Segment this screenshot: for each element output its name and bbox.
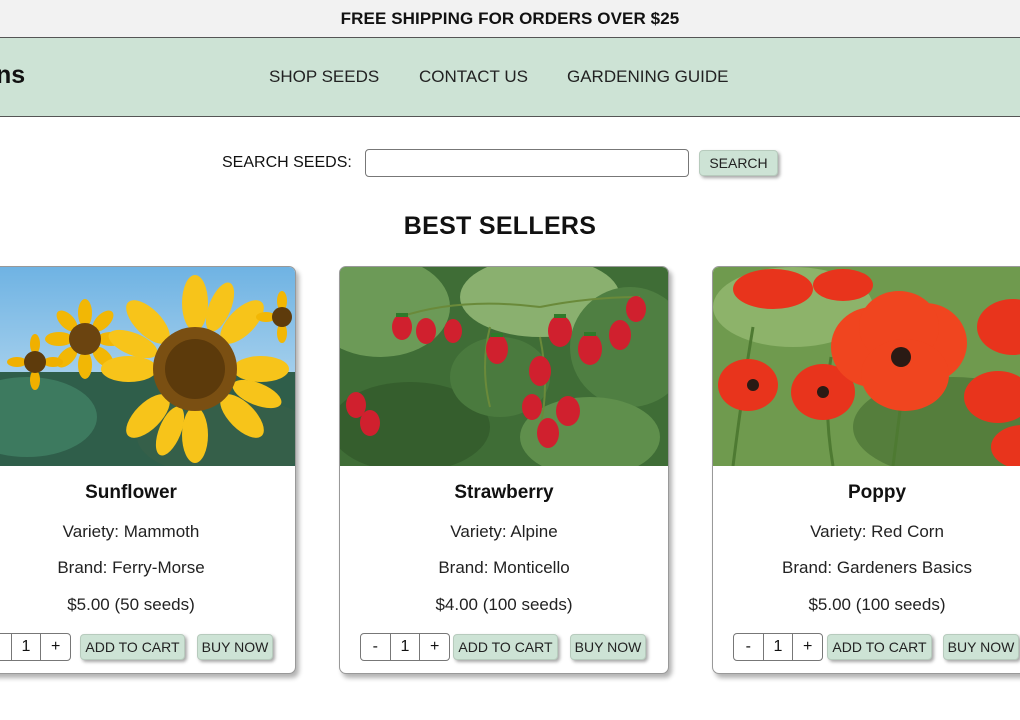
search-input[interactable]	[365, 149, 689, 177]
decrement-button[interactable]: -	[361, 634, 390, 660]
section-title: BEST SELLERS	[403, 212, 597, 240]
product-variety: Variety: Alpine	[450, 522, 558, 541]
product-price: $5.00 (100 seeds)	[808, 595, 946, 614]
quantity-value[interactable]: 1	[389, 634, 421, 660]
product-price: $4.00 (100 seeds)	[435, 595, 573, 614]
site-logo[interactable]: ns	[0, 61, 25, 90]
add-to-cart-button[interactable]: ADD TO CART	[827, 634, 932, 660]
strawberry-photo	[340, 267, 668, 466]
increment-button[interactable]: +	[793, 634, 822, 660]
decrement-button[interactable]: -	[734, 634, 763, 660]
product-name: Poppy	[847, 482, 907, 503]
quantity-value[interactable]: 1	[762, 634, 794, 660]
promo-banner: FREE SHIPPING FOR ORDERS OVER $25	[0, 0, 1020, 38]
product-name: Strawberry	[454, 482, 554, 503]
buy-now-button[interactable]: BUY NOW	[197, 634, 273, 660]
quantity-stepper: - 1 +	[0, 633, 71, 661]
increment-button[interactable]: +	[420, 634, 449, 660]
search-label: SEARCH SEEDS:	[222, 154, 352, 171]
product-card-poppy: Poppy Variety: Red Corn Brand: Gardeners…	[712, 266, 1020, 674]
quantity-stepper: - 1 +	[733, 633, 823, 661]
product-variety: Variety: Mammoth	[62, 522, 200, 541]
product-price: $5.00 (50 seeds)	[67, 595, 195, 614]
nav-contact-us[interactable]: CONTACT US	[419, 67, 528, 87]
product-name: Sunflower	[85, 482, 177, 503]
sunflower-photo	[0, 267, 295, 466]
site-header: ns SHOP SEEDS CONTACT US GARDENING GUIDE	[0, 38, 1020, 117]
buy-now-button[interactable]: BUY NOW	[570, 634, 646, 660]
product-card-strawberry: Strawberry Variety: Alpine Brand: Montic…	[339, 266, 669, 674]
nav-shop-seeds[interactable]: SHOP SEEDS	[269, 67, 379, 87]
buy-now-button[interactable]: BUY NOW	[943, 634, 1019, 660]
quantity-value[interactable]: 1	[10, 634, 42, 660]
search-bar: SEARCH SEEDS: SEARCH	[0, 148, 1020, 180]
add-to-cart-button[interactable]: ADD TO CART	[453, 634, 558, 660]
poppy-photo	[713, 267, 1020, 466]
add-to-cart-button[interactable]: ADD TO CART	[80, 634, 185, 660]
product-variety: Variety: Red Corn	[810, 522, 944, 541]
product-brand: Brand: Gardeners Basics	[782, 558, 972, 577]
decrement-button[interactable]: -	[0, 634, 11, 660]
product-brand: Brand: Ferry-Morse	[57, 558, 205, 577]
product-brand: Brand: Monticello	[438, 558, 570, 577]
quantity-stepper: - 1 +	[360, 633, 450, 661]
increment-button[interactable]: +	[41, 634, 70, 660]
search-button[interactable]: SEARCH	[699, 150, 778, 176]
promo-text: FREE SHIPPING FOR ORDERS OVER $25	[340, 8, 680, 28]
nav-gardening-guide[interactable]: GARDENING GUIDE	[567, 67, 729, 87]
product-card-sunflower: Sunflower Variety: Mammoth Brand: Ferry-…	[0, 266, 296, 674]
